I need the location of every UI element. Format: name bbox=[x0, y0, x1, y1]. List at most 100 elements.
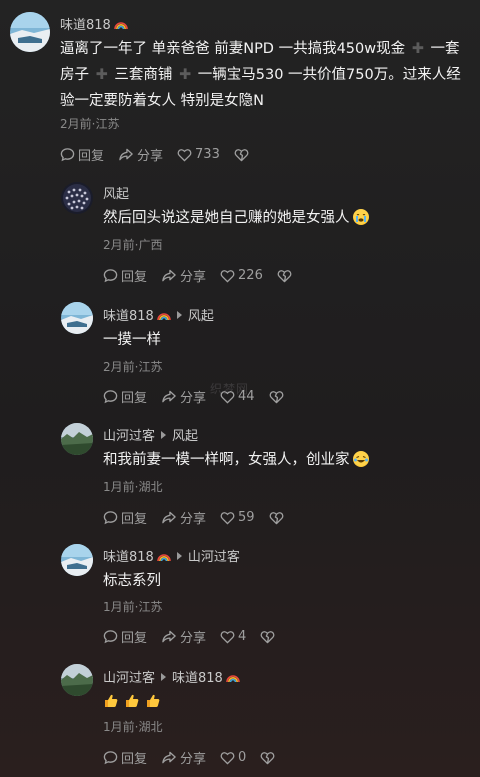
reply-button[interactable]: 回复 bbox=[103, 627, 147, 646]
reply-button[interactable]: 回复 bbox=[103, 387, 147, 406]
rainbow-emoji-icon bbox=[157, 310, 171, 320]
avatar[interactable] bbox=[61, 302, 93, 334]
dislike-button[interactable] bbox=[269, 511, 284, 525]
broken-heart-icon bbox=[234, 148, 249, 161]
watermark: 织梦网 bbox=[210, 382, 250, 396]
dislike-button[interactable] bbox=[269, 390, 284, 404]
username[interactable]: 山河过客 bbox=[103, 667, 155, 686]
like-count: 0 bbox=[238, 750, 247, 765]
reply-arrow-icon bbox=[176, 310, 182, 319]
dislike-button[interactable] bbox=[234, 148, 249, 162]
username[interactable]: 味道818 bbox=[103, 305, 154, 324]
share-button[interactable]: 分享 bbox=[161, 266, 206, 285]
share-button[interactable]: 分享 bbox=[161, 748, 206, 767]
like-count: 59 bbox=[238, 510, 255, 525]
dislike-button[interactable] bbox=[260, 751, 275, 765]
avatar[interactable] bbox=[61, 544, 93, 576]
reply-arrow-icon bbox=[161, 430, 167, 439]
comment-bubble-icon bbox=[103, 269, 118, 283]
comment-meta: 1月前·湖北 bbox=[103, 480, 163, 494]
broken-heart-icon bbox=[269, 390, 284, 403]
dislike-button[interactable] bbox=[277, 269, 292, 283]
rainbow-emoji-icon bbox=[157, 551, 171, 561]
laughing-crying-emoji-icon bbox=[352, 451, 369, 467]
thumbs-up-emoji-icon bbox=[103, 692, 119, 708]
share-arrow-icon bbox=[162, 511, 176, 524]
comment-text: 和我前妻一模一样啊，女强人，创业家 bbox=[103, 447, 463, 473]
heart-icon bbox=[220, 751, 235, 765]
comment-text: 逼离了一年了 单亲爸爸 前妻NPD 一共搞我450w现金 ✚ 一套房子 ✚ 三套… bbox=[60, 36, 470, 114]
avatar[interactable] bbox=[10, 12, 50, 52]
reply-arrow-icon bbox=[176, 551, 182, 560]
plus-emoji-icon: ✚ bbox=[95, 67, 108, 83]
broken-heart-icon bbox=[269, 511, 284, 524]
heart-icon bbox=[220, 269, 235, 283]
reply-button[interactable]: 回复 bbox=[103, 748, 147, 767]
reply-button[interactable]: 回复 bbox=[103, 266, 147, 285]
comment-item: 味道818 逼离了一年了 单亲爸爸 前妻NPD 一共搞我450w现金 ✚ 一套房… bbox=[0, 0, 480, 170]
dislike-button[interactable] bbox=[260, 630, 275, 644]
thumbs-up-emoji-icon bbox=[124, 692, 140, 708]
username[interactable]: 山河过客 bbox=[103, 425, 155, 444]
reply-to-username[interactable]: 味道818 bbox=[172, 667, 223, 686]
comment-actions: 回复 分享 59 bbox=[103, 508, 298, 527]
share-button[interactable]: 分享 bbox=[161, 508, 206, 527]
comment-actions: 回复 分享 733 bbox=[60, 145, 263, 164]
comment-actions: 回复 分享 226 bbox=[103, 266, 306, 285]
share-button[interactable]: 分享 bbox=[118, 145, 163, 164]
plus-emoji-icon: ✚ bbox=[411, 41, 424, 57]
reply-button[interactable]: 回复 bbox=[60, 145, 104, 164]
like-count: 733 bbox=[195, 147, 220, 162]
avatar[interactable] bbox=[61, 182, 93, 214]
share-arrow-icon bbox=[162, 751, 176, 764]
reply-to-username[interactable]: 风起 bbox=[188, 305, 214, 324]
like-button[interactable]: 0 bbox=[220, 750, 246, 765]
comment-thread: 味道818 逼离了一年了 单亲爸爸 前妻NPD 一共搞我450w现金 ✚ 一套房… bbox=[0, 0, 480, 777]
comment-text: 标志系列 bbox=[103, 573, 161, 589]
username[interactable]: 味道818 bbox=[60, 14, 111, 33]
like-count: 4 bbox=[238, 629, 247, 644]
like-count: 226 bbox=[238, 268, 263, 283]
comment-bubble-icon bbox=[103, 390, 118, 404]
username[interactable]: 味道818 bbox=[103, 546, 154, 565]
reply-item: 味道818 山河过客 标志系列 1月前·江苏 回复 分享 4 bbox=[0, 534, 480, 654]
comment-meta: 2月前·江苏 bbox=[60, 117, 120, 131]
share-arrow-icon bbox=[162, 630, 176, 643]
like-button[interactable]: 733 bbox=[177, 147, 220, 162]
comment-text: 然后回头说这是她自己赚的她是女强人 bbox=[103, 205, 463, 231]
broken-heart-icon bbox=[277, 269, 292, 282]
like-button[interactable]: 226 bbox=[220, 268, 263, 283]
avatar[interactable] bbox=[61, 423, 93, 455]
share-arrow-icon bbox=[162, 269, 176, 282]
comment-actions: 回复 分享 0 bbox=[103, 748, 289, 767]
like-button[interactable]: 59 bbox=[220, 510, 255, 525]
comment-actions: 回复 分享 44 bbox=[103, 387, 298, 406]
comment-bubble-icon bbox=[103, 511, 118, 525]
comment-actions: 回复 分享 4 bbox=[103, 627, 289, 646]
like-button[interactable]: 4 bbox=[220, 629, 246, 644]
plus-emoji-icon: ✚ bbox=[178, 67, 192, 83]
crying-emoji-icon bbox=[352, 209, 369, 225]
broken-heart-icon bbox=[260, 751, 275, 764]
reply-button[interactable]: 回复 bbox=[103, 508, 147, 527]
reply-arrow-icon bbox=[161, 672, 167, 681]
comment-text bbox=[103, 689, 463, 715]
comment-text: 一摸一样 bbox=[103, 332, 161, 348]
avatar[interactable] bbox=[61, 664, 93, 696]
share-button[interactable]: 分享 bbox=[161, 627, 206, 646]
rainbow-emoji-icon bbox=[226, 672, 240, 682]
comment-meta: 2月前·江苏 bbox=[103, 360, 163, 374]
share-arrow-icon bbox=[162, 390, 176, 403]
username[interactable]: 风起 bbox=[103, 183, 129, 202]
reply-to-username[interactable]: 山河过客 bbox=[188, 546, 240, 565]
comment-bubble-icon bbox=[103, 630, 118, 644]
comment-bubble-icon bbox=[60, 148, 75, 162]
heart-icon bbox=[220, 511, 235, 525]
comment-meta: 1月前·湖北 bbox=[103, 720, 163, 734]
reply-item: 山河过客 味道818 1月前·湖北 回复 分享 0 bbox=[0, 654, 480, 777]
heart-icon bbox=[177, 148, 192, 162]
reply-item: 风起 然后回头说这是她自己赚的她是女强人 2月前·广西 回复 分享 226 bbox=[0, 170, 480, 292]
share-arrow-icon bbox=[119, 148, 133, 161]
reply-to-username[interactable]: 风起 bbox=[172, 425, 198, 444]
share-button[interactable]: 分享 bbox=[161, 387, 206, 406]
